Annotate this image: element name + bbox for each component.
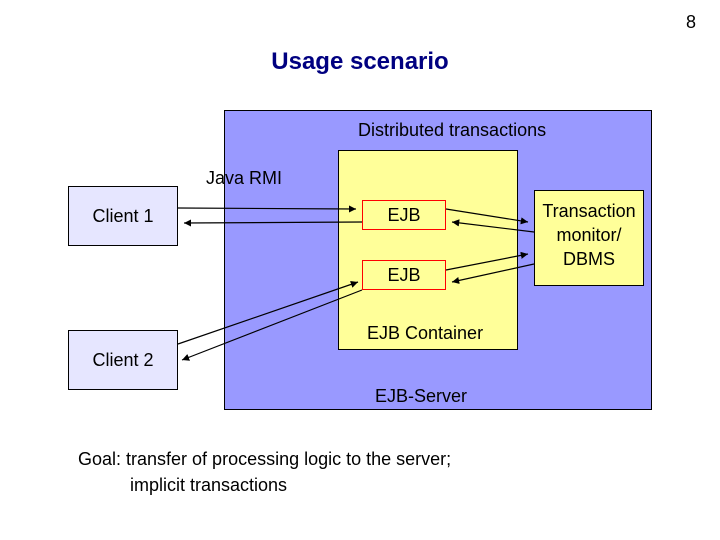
ejb-container-box: EJB Container — [338, 150, 518, 350]
ejb-box-1: EJB — [362, 200, 446, 230]
ejb-server-label: EJB-Server — [375, 386, 467, 407]
tm-line3: DBMS — [563, 249, 615, 269]
java-rmi-label: Java RMI — [206, 168, 282, 189]
client-2-box: Client 2 — [68, 330, 178, 390]
transaction-monitor-box: Transaction monitor/ DBMS — [534, 190, 644, 286]
goal-text: Goal: transfer of processing logic to th… — [78, 446, 451, 498]
distributed-transactions-label: Distributed transactions — [358, 120, 546, 141]
goal-line-1: Goal: transfer of processing logic to th… — [78, 449, 451, 469]
slide-title: Usage scenario — [0, 48, 720, 76]
tm-line1: Transaction — [542, 201, 635, 221]
ejb-box-2: EJB — [362, 260, 446, 290]
page-number: 8 — [686, 12, 696, 33]
ejb-container-label: EJB Container — [367, 323, 483, 344]
goal-line-2: implicit transactions — [78, 475, 287, 495]
tm-line2: monitor/ — [556, 225, 621, 245]
slide-stage: 8 Usage scenario EJB-Server EJB Containe… — [0, 0, 720, 540]
client-1-box: Client 1 — [68, 186, 178, 246]
